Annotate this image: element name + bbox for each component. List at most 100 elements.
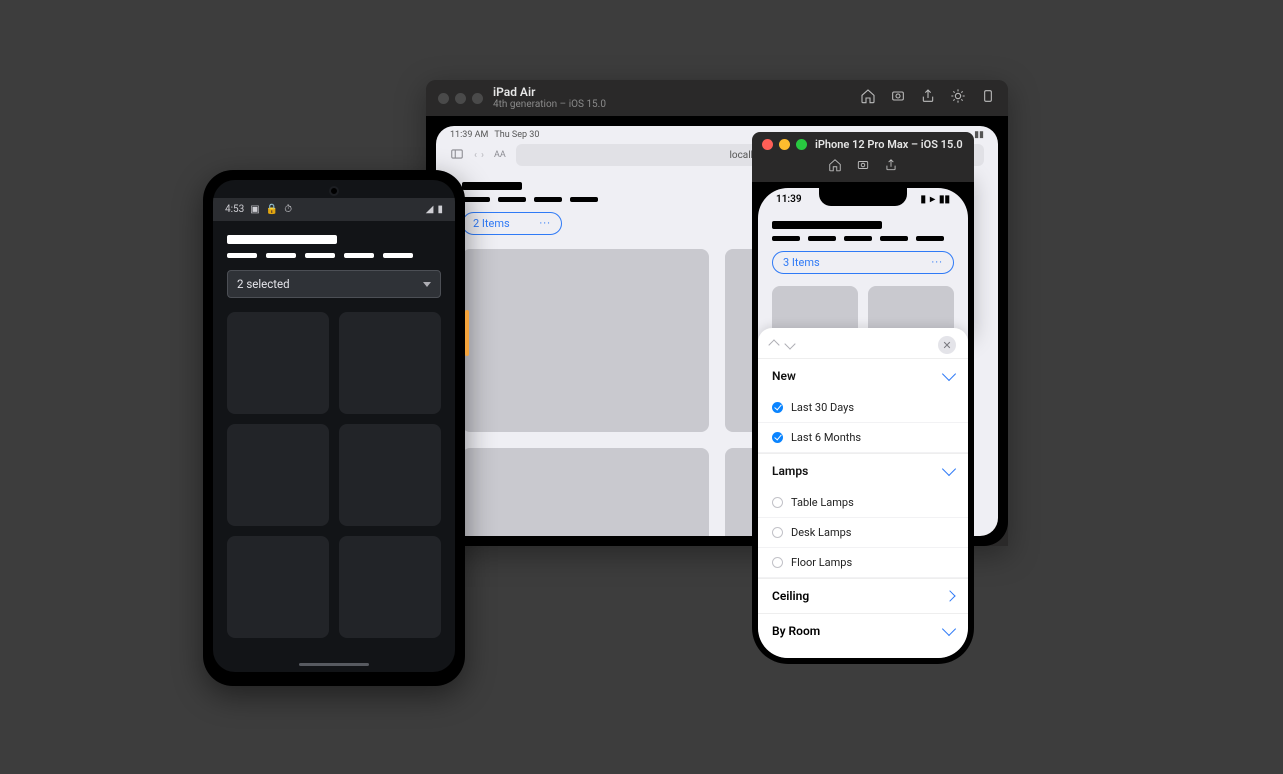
chevron-right-icon	[944, 590, 955, 601]
wifi-icon: ▸	[930, 194, 935, 205]
tile[interactable]	[339, 536, 441, 638]
zoom-icon[interactable]	[796, 139, 807, 150]
back-icon[interactable]: ‹	[474, 150, 477, 161]
sheet-row-label: Table Lamps	[791, 496, 854, 509]
sheet-section-new[interactable]: New	[758, 358, 968, 393]
tile[interactable]	[339, 424, 441, 526]
close-icon[interactable]	[762, 139, 773, 150]
sheet-section-new-label: New	[772, 369, 796, 383]
iphone-bezel: 11:39 ▮ ▸ ▮▮ 3 Items ···	[752, 182, 974, 664]
filter-count-label: 3 Items	[783, 256, 820, 269]
reader-icon[interactable]: AA	[494, 150, 506, 160]
more-icon[interactable]: ···	[931, 256, 943, 269]
sheet-row-label: Desk Lamps	[791, 526, 851, 539]
minimize-icon[interactable]	[779, 139, 790, 150]
sheet-section-lamps[interactable]: Lamps	[758, 453, 968, 488]
rotate-icon[interactable]	[980, 88, 996, 108]
sheet-section-lamps-label: Lamps	[772, 464, 808, 478]
filter-count-label: 2 Items	[473, 217, 510, 230]
android-phone-frame: 4:53 ▣ 🔒 ⏱ ◢ ▮ 2 selected	[203, 170, 465, 686]
sheet-row[interactable]: Last 30 Days	[758, 393, 968, 423]
sheet-section-ceiling[interactable]: Ceiling	[758, 578, 968, 613]
ipad-sim-title: iPad Air 4th generation – iOS 15.0	[493, 86, 606, 110]
radio-checked-icon	[772, 432, 783, 443]
sheet-row[interactable]: Floor Lamps	[758, 548, 968, 578]
sheet-handle-row: ✕	[758, 328, 968, 358]
filter-select[interactable]: 2 selected	[227, 270, 441, 298]
alarm-icon: ⏱	[284, 204, 292, 215]
android-home-indicator[interactable]	[299, 663, 369, 666]
minimize-icon[interactable]	[455, 93, 466, 104]
tile[interactable]	[339, 312, 441, 414]
share-icon[interactable]	[884, 157, 898, 176]
sheet-prev-icon[interactable]	[768, 339, 779, 350]
page-heading-placeholder	[227, 235, 337, 244]
iphone-window-controls[interactable]	[762, 139, 807, 150]
home-icon[interactable]	[860, 88, 876, 108]
radio-checked-icon	[772, 402, 783, 413]
more-icon[interactable]: ···	[539, 217, 551, 230]
forward-icon[interactable]: ›	[481, 150, 484, 161]
close-icon[interactable]: ✕	[938, 336, 956, 354]
tile[interactable]	[227, 424, 329, 526]
ipad-date: Thu Sep 30	[494, 130, 539, 140]
battery-icon: ▮▮	[939, 194, 950, 205]
filter-summary-pill[interactable]: 3 Items ···	[772, 251, 954, 274]
tile[interactable]	[227, 312, 329, 414]
sheet-row-label: Last 30 Days	[791, 401, 854, 414]
sheet-section-byroom-label: By Room	[772, 624, 820, 638]
lock-icon: 🔒	[266, 204, 278, 215]
filter-select-label: 2 selected	[237, 277, 290, 291]
sheet-row[interactable]: Last 6 Months	[758, 423, 968, 453]
sheet-row-label: Floor Lamps	[791, 556, 852, 569]
screenshot-icon[interactable]	[890, 88, 906, 108]
iphone-sim-titlebar: iPhone 12 Pro Max – iOS 15.0	[752, 132, 974, 182]
chevron-down-icon	[942, 622, 956, 636]
iphone-device-name: iPhone 12 Pro Max – iOS 15.0	[815, 138, 963, 151]
iphone-time: 11:39	[776, 194, 802, 205]
signal-icon: ▮	[920, 194, 926, 205]
filter-summary-pill[interactable]: 2 Items ···	[462, 212, 562, 235]
zoom-icon[interactable]	[472, 93, 483, 104]
tile[interactable]	[227, 536, 329, 638]
sheet-next-icon[interactable]	[784, 338, 795, 349]
android-tile-grid	[227, 312, 441, 638]
sheet-row[interactable]: Desk Lamps	[758, 518, 968, 548]
filter-bottom-sheet: ✕ New Last 30 Days Last 6 Months Lamps	[758, 328, 968, 658]
chevron-down-icon	[942, 367, 956, 381]
tile[interactable]	[462, 249, 709, 432]
sheet-section-ceiling-label: Ceiling	[772, 589, 809, 603]
sheet-row-label: Last 6 Months	[791, 431, 861, 444]
page-heading-placeholder	[772, 221, 954, 241]
ipad-window-controls[interactable]	[438, 93, 483, 104]
android-page-content: 2 selected	[213, 221, 455, 652]
close-icon[interactable]	[438, 93, 449, 104]
sheet-section-byroom[interactable]: By Room	[758, 613, 968, 648]
tile[interactable]	[462, 448, 709, 536]
share-icon[interactable]	[920, 88, 936, 108]
iphone-sim-toolbar	[762, 157, 964, 176]
signal-icon: ◢	[426, 204, 434, 215]
battery-icon: ▮▮	[974, 130, 984, 140]
ipad-device-subtitle: 4th generation – iOS 15.0	[493, 99, 606, 110]
nav-arrows: ‹ ›	[474, 150, 484, 161]
battery-icon: ▮	[437, 204, 443, 215]
ipad-sim-titlebar: iPad Air 4th generation – iOS 15.0	[426, 80, 1008, 116]
front-camera	[329, 186, 339, 196]
appearance-icon[interactable]	[950, 88, 966, 108]
screenshot-icon[interactable]	[856, 157, 870, 176]
notification-icon: ▣	[250, 204, 259, 215]
iphone-notch	[819, 188, 907, 206]
android-status-bar: 4:53 ▣ 🔒 ⏱ ◢ ▮	[213, 198, 455, 221]
radio-unchecked-icon	[772, 527, 783, 538]
chevron-down-icon	[423, 282, 431, 287]
iphone-screen: 11:39 ▮ ▸ ▮▮ 3 Items ···	[758, 188, 968, 658]
home-icon[interactable]	[828, 157, 842, 176]
android-screen: 4:53 ▣ 🔒 ⏱ ◢ ▮ 2 selected	[213, 180, 455, 672]
radio-unchecked-icon	[772, 557, 783, 568]
android-time: 4:53	[225, 204, 244, 215]
sidebar-toggle-icon[interactable]	[450, 147, 464, 164]
sheet-row[interactable]: Table Lamps	[758, 488, 968, 518]
chevron-down-icon	[942, 462, 956, 476]
iphone-simulator-window: iPhone 12 Pro Max – iOS 15.0 11:39 ▮ ▸ ▮…	[752, 132, 974, 664]
